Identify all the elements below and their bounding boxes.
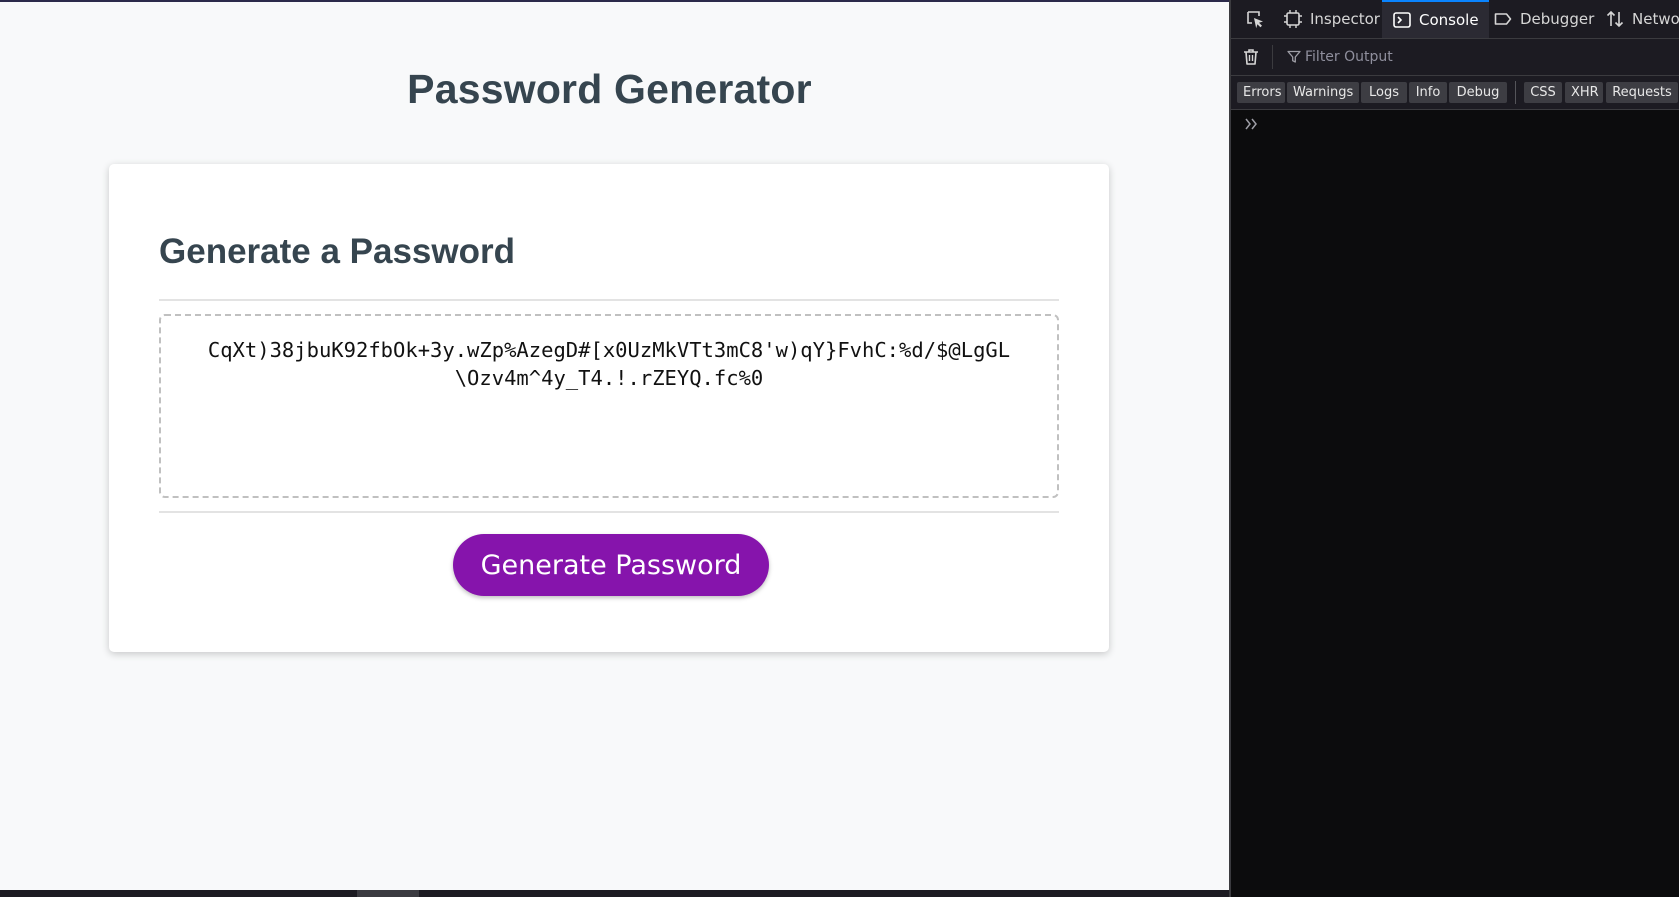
tab-console[interactable]: Console xyxy=(1382,0,1489,38)
devtools-panel: Inspector Console Debugger Netwo Filter … xyxy=(1229,0,1679,897)
card-footer-divider xyxy=(159,511,1059,513)
generate-password-button[interactable]: Generate Password xyxy=(453,534,769,596)
bottom-status-strip xyxy=(0,890,1229,897)
card-header-divider xyxy=(159,299,1059,301)
tab-debugger[interactable]: Debugger xyxy=(1493,0,1594,38)
tab-inspector[interactable]: Inspector xyxy=(1283,0,1380,38)
filter-errors-button[interactable]: Errors xyxy=(1237,82,1285,103)
element-picker-icon xyxy=(1247,11,1263,29)
level-filter-separator xyxy=(1515,81,1516,104)
network-icon xyxy=(1606,10,1624,28)
tab-network[interactable]: Networ xyxy=(1605,0,1679,38)
element-picker-button[interactable] xyxy=(1241,0,1269,38)
window-top-border xyxy=(0,0,1229,2)
console-filter-bar xyxy=(1231,39,1679,76)
console-icon xyxy=(1393,12,1411,28)
filter-warnings-button[interactable]: Warnings xyxy=(1287,82,1359,103)
debugger-icon xyxy=(1494,13,1512,25)
screen: Password Generator Generate a Password C… xyxy=(0,0,1679,897)
devtools-toolbar: Inspector Console Debugger Netwo xyxy=(1231,0,1679,39)
password-output-textarea[interactable]: CqXt)38jbuK92fbOk+3y.wZp%AzegD#[x0UzMkVT… xyxy=(159,314,1059,498)
log-level-filter-bar: Errors Warnings Logs Info Debug CSS XHR … xyxy=(1231,76,1679,110)
filter-funnel-icon xyxy=(1287,50,1301,63)
filter-output-input[interactable] xyxy=(1305,46,1665,68)
tab-network-label: Networ xyxy=(1632,10,1679,28)
console-output-area[interactable] xyxy=(1231,110,1679,897)
filter-separator xyxy=(1272,45,1273,69)
bottom-scroll-thumb[interactable] xyxy=(357,890,419,897)
clear-console-trash-icon[interactable] xyxy=(1241,47,1261,67)
filter-logs-button[interactable]: Logs xyxy=(1361,82,1407,103)
page-viewport: Password Generator Generate a Password C… xyxy=(0,2,1229,890)
filter-info-button[interactable]: Info xyxy=(1409,82,1447,103)
password-text: CqXt)38jbuK92fbOk+3y.wZp%AzegD#[x0UzMkVT… xyxy=(207,338,1011,390)
filter-debug-button[interactable]: Debug xyxy=(1449,82,1507,103)
card-heading: Generate a Password xyxy=(159,232,515,271)
filter-requests-button[interactable]: Requests xyxy=(1606,82,1678,103)
tab-console-label: Console xyxy=(1419,11,1479,29)
inspector-icon xyxy=(1284,10,1302,28)
tab-debugger-label: Debugger xyxy=(1520,10,1595,28)
filter-xhr-button[interactable]: XHR xyxy=(1565,82,1603,103)
page-title: Password Generator xyxy=(407,66,812,112)
generator-card: Generate a Password CqXt)38jbuK92fbOk+3y… xyxy=(109,164,1109,652)
tab-inspector-label: Inspector xyxy=(1310,10,1380,28)
console-prompt-chevron-icon xyxy=(1245,118,1257,130)
filter-css-button[interactable]: CSS xyxy=(1524,82,1562,103)
